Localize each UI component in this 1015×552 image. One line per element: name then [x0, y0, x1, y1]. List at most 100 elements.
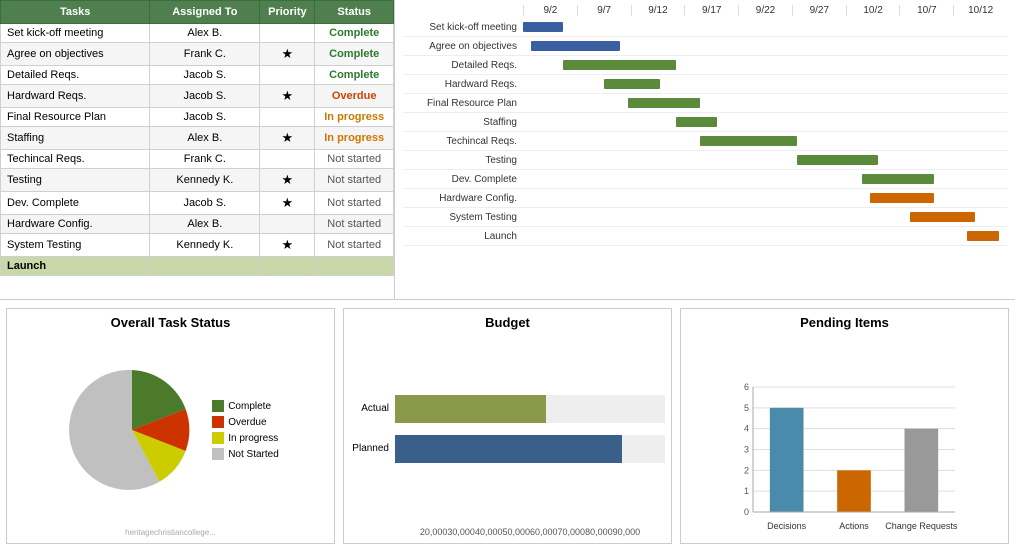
priority [260, 215, 315, 234]
priority: ★ [260, 169, 315, 192]
col-header-status: Status [315, 1, 394, 24]
priority [260, 257, 315, 276]
assigned-to: Frank C. [150, 43, 260, 66]
gantt-row-label: Set kick-off meeting [403, 22, 523, 33]
pending-bar-label: Actions [839, 521, 869, 531]
gantt-bars [523, 170, 1007, 188]
status: Complete [315, 66, 394, 85]
status: Not started [315, 234, 394, 257]
task-name: Staffing [1, 127, 150, 150]
status [315, 257, 394, 276]
legend-color [212, 400, 224, 412]
y-axis-label: 3 [743, 445, 748, 455]
budget-axis-label: 90,000 [613, 527, 641, 537]
gantt-bar [910, 212, 975, 222]
table-row: Final Resource Plan Jacob S. In progress [1, 108, 394, 127]
task-table-wrapper: Tasks Assigned To Priority Status Set ki… [0, 0, 395, 299]
pie-legend: CompleteOverdueIn progressNot Started [212, 400, 279, 460]
priority: ★ [260, 234, 315, 257]
gantt-date-label: 9/12 [631, 5, 685, 16]
budget-axis-label: 20,000 [420, 527, 448, 537]
assigned-to: Kennedy K. [150, 234, 260, 257]
status: Overdue [315, 85, 394, 108]
budget-bar-row: Actual [350, 395, 665, 423]
gantt-row: Agree on objectives [403, 37, 1007, 56]
budget-axis-label: 80,000 [585, 527, 613, 537]
budget-bar-row: Planned [350, 435, 665, 463]
pending-bar [837, 470, 871, 512]
legend-label: In progress [228, 433, 278, 444]
budget-bar-track [395, 435, 665, 463]
gantt-row: Staffing [403, 113, 1007, 132]
budget-chart-title: Budget [485, 315, 530, 330]
task-name: Testing [1, 169, 150, 192]
gantt-bar [797, 155, 878, 165]
main-container: Tasks Assigned To Priority Status Set ki… [0, 0, 1015, 552]
pending-chart-title: Pending Items [800, 315, 889, 330]
task-name: Set kick-off meeting [1, 24, 150, 43]
status: Complete [315, 43, 394, 66]
task-name: Hardward Reqs. [1, 85, 150, 108]
gantt-row: Final Resource Plan [403, 94, 1007, 113]
priority [260, 108, 315, 127]
table-row: Hardware Config. Alex B. Not started [1, 215, 394, 234]
gantt-row-label: Launch [403, 231, 523, 242]
assigned-to [150, 257, 260, 276]
budget-axis: 20,00030,00040,00050,00060,00070,00080,0… [420, 527, 640, 537]
pending-area: 0123456DecisionsActionsChange Requests [687, 334, 1002, 537]
gantt-bars [523, 56, 1007, 74]
status: In progress [315, 127, 394, 150]
legend-color [212, 448, 224, 460]
table-row: Agree on objectives Frank C. ★ Complete [1, 43, 394, 66]
gantt-bar [700, 136, 797, 146]
gantt-row-label: Detailed Reqs. [403, 60, 523, 71]
assigned-to: Jacob S. [150, 108, 260, 127]
watermark: heritagechristiancollege... [125, 528, 216, 537]
gantt-chart: 9/29/79/129/179/229/2710/210/710/12 Set … [395, 0, 1015, 299]
bottom-section: Overall Task Status CompleteOverdueIn pr… [0, 300, 1015, 552]
gantt-date-label: 9/17 [684, 5, 738, 16]
gantt-bar [967, 231, 999, 241]
priority: ★ [260, 85, 315, 108]
y-axis-label: 0 [743, 507, 748, 517]
pending-svg: 0123456DecisionsActionsChange Requests [725, 377, 965, 537]
budget-bar-fill [395, 395, 546, 423]
gantt-bar [563, 60, 676, 70]
priority: ★ [260, 192, 315, 215]
table-row: Techincal Reqs. Frank C. Not started [1, 150, 394, 169]
assigned-to: Jacob S. [150, 85, 260, 108]
budget-bar-label: Actual [350, 403, 395, 414]
gantt-row: Testing [403, 151, 1007, 170]
gantt-row-label: Hardware Config. [403, 193, 523, 204]
gantt-row-label: Techincal Reqs. [403, 136, 523, 147]
gantt-row: Detailed Reqs. [403, 56, 1007, 75]
pending-chart-box: Pending Items 0123456DecisionsActionsCha… [680, 308, 1009, 544]
gantt-row: Dev. Complete [403, 170, 1007, 189]
gantt-row-label: Hardward Reqs. [403, 79, 523, 90]
gantt-bar [604, 79, 660, 89]
assigned-to: Kennedy K. [150, 169, 260, 192]
legend-item: In progress [212, 432, 279, 444]
pie-svg [62, 360, 202, 500]
priority [260, 24, 315, 43]
y-axis-label: 1 [743, 486, 748, 496]
assigned-to: Alex B. [150, 127, 260, 150]
pie-area: CompleteOverdueIn progressNot Started [13, 334, 328, 526]
gantt-row-label: Final Resource Plan [403, 98, 523, 109]
status: Complete [315, 24, 394, 43]
task-name: System Testing [1, 234, 150, 257]
assigned-to: Frank C. [150, 150, 260, 169]
budget-bar-fill [395, 435, 622, 463]
gantt-date-label: 9/22 [738, 5, 792, 16]
y-axis-label: 2 [743, 465, 748, 475]
assigned-to: Jacob S. [150, 66, 260, 85]
task-name: Techincal Reqs. [1, 150, 150, 169]
priority [260, 150, 315, 169]
priority: ★ [260, 43, 315, 66]
task-name: Dev. Complete [1, 192, 150, 215]
gantt-date-label: 9/27 [792, 5, 846, 16]
legend-label: Overdue [228, 417, 266, 428]
table-row: Staffing Alex B. ★ In progress [1, 127, 394, 150]
gantt-row: System Testing [403, 208, 1007, 227]
top-section: Tasks Assigned To Priority Status Set ki… [0, 0, 1015, 300]
